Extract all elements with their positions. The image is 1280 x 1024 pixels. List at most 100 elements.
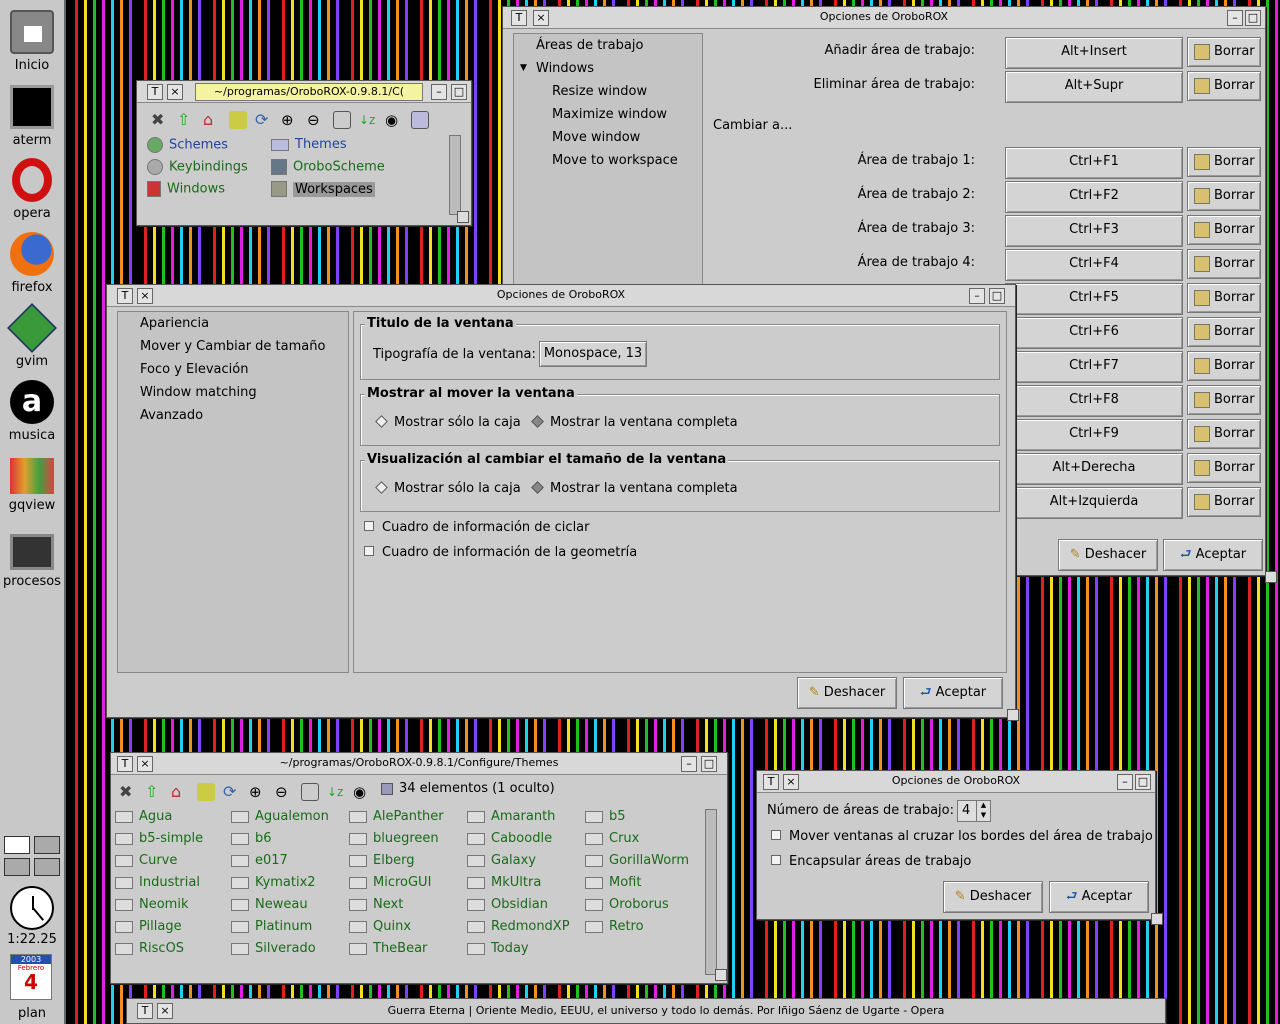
title-bar[interactable]: T × Opciones de OroboROX – □ <box>503 7 1265 29</box>
theme-item[interactable]: Agua <box>115 809 172 824</box>
close-button[interactable]: × <box>137 756 153 772</box>
font-button[interactable]: Monospace, 13 <box>539 341 647 367</box>
theme-item[interactable]: Retro <box>585 919 644 934</box>
delete-button[interactable]: Borrar <box>1187 181 1261 211</box>
delete-button[interactable]: Borrar <box>1187 351 1261 381</box>
expander-icon[interactable]: ▼ <box>520 63 527 73</box>
resize-grip[interactable] <box>457 211 469 223</box>
theme-item[interactable]: Mofit <box>585 875 641 890</box>
resize-grip[interactable] <box>1007 709 1019 721</box>
file-item-windows[interactable]: Windows <box>147 181 225 197</box>
window-menu-button[interactable]: T <box>137 1003 153 1019</box>
accept-button[interactable]: ⮐ Aceptar <box>1049 881 1149 913</box>
theme-item[interactable]: Industrial <box>115 875 200 890</box>
resize-grip[interactable] <box>1265 571 1277 583</box>
theme-item[interactable]: Silverado <box>231 941 316 956</box>
maximize-button[interactable]: □ <box>701 756 717 772</box>
key-button[interactable]: Ctrl+F8 <box>1005 385 1183 417</box>
dock-item-aterm[interactable]: aterm <box>0 85 64 148</box>
file-item-workspaces[interactable]: Workspaces <box>271 181 375 197</box>
zoom-in-icon[interactable]: ⊕ <box>281 111 299 129</box>
section-item-window-matching[interactable]: Window matching <box>140 385 257 400</box>
undo-button[interactable]: ✎ Deshacer <box>943 881 1043 913</box>
minimize-button[interactable]: – <box>431 84 447 100</box>
title-bar[interactable]: T × Opciones de OroboROX – □ <box>107 285 1015 307</box>
dock-item-gvim[interactable]: gvim <box>0 303 64 369</box>
delete-button[interactable]: Borrar <box>1187 419 1261 449</box>
close-button[interactable]: × <box>167 84 183 100</box>
theme-item[interactable]: Platinum <box>231 919 312 934</box>
key-button[interactable]: Ctrl+F7 <box>1005 351 1183 383</box>
tree-item-move-to-workspace[interactable]: Move to workspace <box>552 153 678 168</box>
checkbox-geometry-info[interactable]: Cuadro de información de la geometría <box>364 545 637 560</box>
close-icon[interactable]: ✖ <box>119 783 137 801</box>
theme-item[interactable]: Obsidian <box>467 897 548 912</box>
theme-item[interactable]: Neomik <box>115 897 188 912</box>
key-button[interactable]: Alt+Supr <box>1005 71 1183 103</box>
delete-button[interactable]: Borrar <box>1187 385 1261 415</box>
radio-move-box[interactable]: Mostrar sólo la caja <box>371 415 521 430</box>
radio-resize-box[interactable]: Mostrar sólo la caja <box>371 481 521 496</box>
theme-item[interactable]: RiscOS <box>115 941 184 956</box>
delete-button[interactable]: Borrar <box>1187 487 1261 517</box>
theme-item[interactable]: Galaxy <box>467 853 536 868</box>
window-menu-button[interactable]: T <box>511 10 527 26</box>
key-button[interactable]: Alt+Izquierda <box>1005 487 1183 519</box>
theme-item[interactable]: TheBear <box>349 941 427 956</box>
theme-item[interactable]: Caboodle <box>467 831 552 846</box>
section-item-apariencia[interactable]: Apariencia <box>140 316 209 331</box>
bookmarks-icon[interactable] <box>229 111 247 129</box>
delete-button[interactable]: Borrar <box>1187 249 1261 279</box>
dock-item-gqview[interactable]: gqview <box>0 458 64 513</box>
delete-button[interactable]: Borrar <box>1187 453 1261 483</box>
theme-item[interactable]: bluegreen <box>349 831 439 846</box>
scrollbar[interactable] <box>449 135 461 215</box>
window-menu-button[interactable]: T <box>147 84 163 100</box>
dock-item-inicio[interactable]: Inicio <box>0 10 64 73</box>
theme-item[interactable]: Elberg <box>349 853 414 868</box>
tree-item-maximize-window[interactable]: Maximize window <box>552 107 667 122</box>
zoom-out-icon[interactable]: ⊖ <box>275 783 293 801</box>
tree-item-resize-window[interactable]: Resize window <box>552 84 647 99</box>
theme-item[interactable]: MkUltra <box>467 875 541 890</box>
show-hidden-icon[interactable]: ◉ <box>385 111 403 129</box>
tree-item-move-window[interactable]: Move window <box>552 130 640 145</box>
delete-button[interactable]: Borrar <box>1187 215 1261 245</box>
display-icon[interactable] <box>333 111 351 129</box>
theme-item[interactable]: MicroGUI <box>349 875 431 890</box>
theme-item[interactable]: Today <box>467 941 529 956</box>
show-hidden-icon[interactable]: ◉ <box>353 783 371 801</box>
theme-item[interactable]: b6 <box>231 831 272 846</box>
theme-item[interactable]: RedmondXP <box>467 919 570 934</box>
theme-item[interactable]: GorillaWorm <box>585 853 689 868</box>
tree-item-windows[interactable]: Windows <box>536 61 594 76</box>
up-icon[interactable]: ⇧ <box>177 111 195 129</box>
pager-desktop-4[interactable] <box>34 858 60 876</box>
theme-item[interactable]: Agualemon <box>231 809 329 824</box>
home-icon[interactable]: ⌂ <box>203 111 221 129</box>
section-item-avanzado[interactable]: Avanzado <box>140 408 203 423</box>
title-bar[interactable]: T × ~/programas/OroboROX-0.9.8.1/C( – □ <box>137 81 471 103</box>
key-button[interactable]: Alt+Derecha <box>1005 453 1183 485</box>
key-button[interactable]: Ctrl+F3 <box>1005 215 1183 247</box>
theme-item[interactable]: Amaranth <box>467 809 555 824</box>
bookmarks-icon[interactable] <box>197 783 215 801</box>
spinner-down-icon[interactable]: ▼ <box>976 811 990 821</box>
pager-desktop-1[interactable] <box>4 836 30 854</box>
window-menu-button[interactable]: T <box>117 288 133 304</box>
theme-item[interactable]: Next <box>349 897 403 912</box>
theme-item[interactable]: e017 <box>231 853 288 868</box>
scrollbar[interactable] <box>705 809 717 975</box>
resize-grip[interactable] <box>1151 913 1163 925</box>
delete-button[interactable]: Borrar <box>1187 317 1261 347</box>
file-item-keybindings[interactable]: Keybindings <box>147 159 248 175</box>
title-bar[interactable]: T × ~/programas/OroboROX-0.9.8.1/Configu… <box>111 753 727 775</box>
theme-item[interactable]: Kymatix2 <box>231 875 316 890</box>
close-button[interactable]: × <box>783 774 799 790</box>
details-icon[interactable] <box>381 783 393 795</box>
refresh-icon[interactable]: ⟳ <box>223 783 241 801</box>
home-icon[interactable]: ⌂ <box>171 783 189 801</box>
up-icon[interactable]: ⇧ <box>145 783 163 801</box>
section-item-mover[interactable]: Mover y Cambiar de tamaño <box>140 339 325 354</box>
theme-item[interactable]: Pillage <box>115 919 182 934</box>
